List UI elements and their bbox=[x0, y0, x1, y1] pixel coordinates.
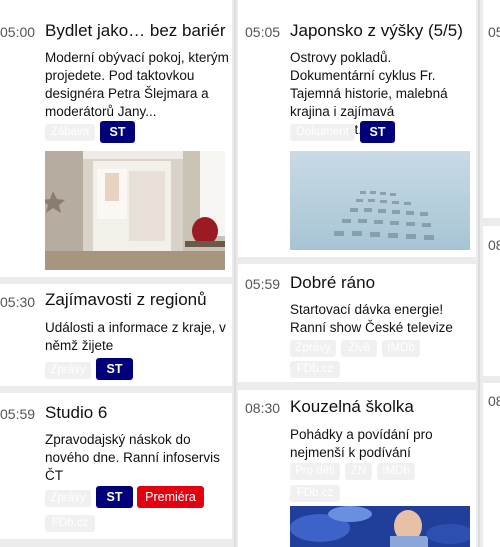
genre-tag[interactable]: Zprávy bbox=[290, 340, 336, 357]
program-card-kouzelna-skolka[interactable]: 08:30 Kouzelná školka Pohádky a povídání… bbox=[238, 390, 476, 547]
program-title[interactable]: Japonsko z výšky (5/5) bbox=[290, 21, 463, 41]
column-divider bbox=[234, 0, 236, 547]
program-description: Startovací dávka energie! Ranní show Čes… bbox=[290, 301, 475, 337]
kids-show-image bbox=[290, 506, 470, 547]
description-line: designéra Petra Šlejmara a bbox=[45, 86, 209, 101]
program-title[interactable]: Dobré ráno bbox=[290, 273, 375, 293]
fdb-link-tag[interactable]: FDb.cz bbox=[290, 485, 340, 502]
genre-tag[interactable]: Zprávy bbox=[45, 490, 91, 507]
program-card-col3-2[interactable]: 08 bbox=[483, 226, 500, 376]
description-line: Zpravodajský náskok do bbox=[45, 432, 191, 447]
program-time: 05:05 bbox=[245, 24, 281, 40]
description-line: Pohádky a povídání pro bbox=[290, 427, 433, 442]
column-divider bbox=[478, 0, 480, 547]
program-title[interactable]: Zajímavosti z regionů bbox=[45, 290, 207, 310]
program-time: 08:30 bbox=[245, 400, 281, 416]
description-line: ČT bbox=[45, 468, 63, 483]
description-line: nového dne. Ranní infoservis bbox=[45, 450, 220, 465]
program-thumbnail[interactable] bbox=[290, 151, 470, 250]
description-line: projedete. Pod taktovkou bbox=[45, 68, 195, 83]
description-line: nejmenší k podívání bbox=[290, 445, 411, 460]
living-room-image bbox=[45, 151, 225, 270]
premiere-badge[interactable]: Premiéra bbox=[137, 486, 204, 508]
fdb-link-tag[interactable]: FDb.cz bbox=[45, 515, 95, 532]
program-time: 08 bbox=[488, 393, 500, 409]
channel-badge[interactable]: ST bbox=[96, 486, 133, 508]
program-time: 08 bbox=[488, 237, 500, 253]
description-line: Ranní show České televize bbox=[290, 320, 453, 335]
program-description: Pohádky a povídání pro nejmenší k podívá… bbox=[290, 426, 475, 462]
program-description: Zpravodajský náskok do nového dne. Ranní… bbox=[45, 431, 230, 485]
program-description: Události a informace z kraje, v němž žij… bbox=[45, 319, 230, 355]
program-thumbnail[interactable] bbox=[290, 506, 470, 547]
program-card-dobre-rano[interactable]: 05:59 Dobré ráno Startovací dávka energi… bbox=[238, 264, 476, 382]
channel-badge[interactable]: ST bbox=[100, 121, 135, 143]
program-card-col3-1[interactable]: 05 bbox=[483, 0, 500, 218]
program-title[interactable]: Kouzelná školka bbox=[290, 397, 414, 417]
imdb-link-tag[interactable]: IMDb bbox=[382, 340, 420, 357]
program-title[interactable]: Studio 6 bbox=[45, 403, 107, 423]
program-thumbnail[interactable] bbox=[45, 151, 225, 270]
fdb-link-tag[interactable]: FDb.cz bbox=[290, 361, 340, 378]
live-tag[interactable]: Živě bbox=[341, 340, 377, 357]
program-card-bydlet[interactable]: 05:00 Bydlet jako… bez bariér Moderní ob… bbox=[0, 0, 232, 277]
description-line: Ostrovy pokladů. bbox=[290, 50, 392, 65]
genre-tag[interactable]: Zprávy bbox=[45, 362, 91, 379]
description-line: moderátorů Jany... bbox=[45, 104, 157, 119]
genre-tag[interactable]: Zábava bbox=[45, 124, 95, 141]
description-line: Dokumentární cyklus Fr. bbox=[290, 68, 436, 83]
description-line: Události a informace z kraje, v bbox=[45, 320, 226, 335]
program-time: 05 bbox=[488, 24, 500, 40]
channel-badge[interactable]: ST bbox=[360, 121, 395, 143]
aerial-sea-image bbox=[290, 151, 470, 250]
program-card-zajimavosti[interactable]: 05:30 Zajímavosti z regionů Události a i… bbox=[0, 284, 232, 386]
program-card-japonsko[interactable]: 05:05 Japonsko z výšky (5/5) Ostrovy pok… bbox=[238, 0, 476, 257]
genre-tag[interactable]: Pro děti bbox=[290, 463, 340, 480]
description-line: Moderní obývací pokoj, kterým bbox=[45, 50, 229, 65]
genre-tag[interactable]: Dokument bbox=[290, 124, 355, 141]
program-time: 05:59 bbox=[245, 276, 281, 292]
program-card-col3-3[interactable]: 08 bbox=[483, 383, 500, 547]
channel-badge[interactable]: ST bbox=[96, 358, 133, 380]
program-title[interactable]: Bydlet jako… bez bariér bbox=[45, 21, 225, 41]
rating-tag[interactable]: ZN bbox=[345, 463, 372, 480]
program-time: 05:00 bbox=[0, 24, 36, 40]
imdb-link-tag[interactable]: IMDb bbox=[377, 463, 415, 480]
description-line: němž žijete bbox=[45, 338, 114, 353]
program-card-studio6[interactable]: 05:59 Studio 6 Zpravodajský náskok do no… bbox=[0, 393, 232, 539]
program-time: 05:59 bbox=[0, 406, 36, 422]
program-description: Moderní obývací pokoj, kterým projedete.… bbox=[45, 49, 230, 121]
description-line: Startovací dávka energie! bbox=[290, 302, 444, 317]
program-time: 05:30 bbox=[0, 294, 36, 310]
description-line: Tajemná historie, malebná bbox=[290, 86, 448, 101]
